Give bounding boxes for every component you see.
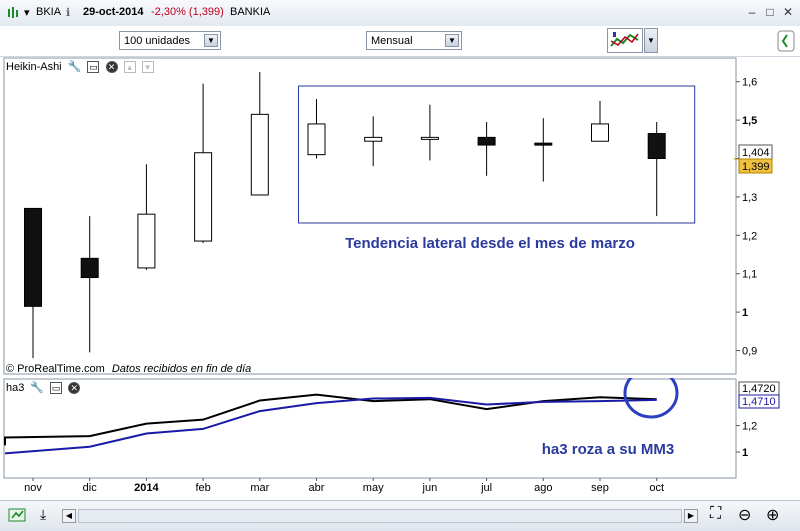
- units-select[interactable]: 100 unidades ▼: [119, 31, 221, 50]
- y-tick-label: 1: [742, 447, 748, 459]
- chart-toolbar: 100 unidades ▼ Mensual ▼ ▼: [0, 26, 800, 57]
- indicators-icon: [610, 32, 639, 47]
- maximize-icon[interactable]: □: [763, 5, 777, 19]
- quote-date: 29-oct-2014: [83, 6, 144, 18]
- period-select-value: Mensual: [371, 35, 413, 47]
- move-up-icon[interactable]: ▴: [123, 61, 136, 74]
- bottom-toolbar: ⤓ ◀ ▶ ⛶ ⊖ ⊕: [0, 500, 800, 531]
- chevron-down-icon[interactable]: ▼: [204, 34, 218, 47]
- zoom-out-icon[interactable]: ⊖: [738, 505, 751, 525]
- wrench-icon[interactable]: 🔧: [30, 382, 44, 394]
- window-icon[interactable]: ▭: [50, 382, 63, 395]
- minimize-icon[interactable]: –: [745, 5, 759, 19]
- sub-panel-header: ha3 🔧 ▭ ✕: [6, 380, 81, 396]
- indicators-button[interactable]: [607, 28, 643, 53]
- y-tick-label: 1: [742, 307, 748, 319]
- y-tick-label: 1,1: [742, 269, 757, 281]
- chevron-down-icon[interactable]: ▼: [644, 28, 658, 53]
- x-tick-label: feb: [195, 482, 210, 494]
- x-tick-label: abr: [309, 482, 325, 494]
- price-tag-label: 1,404: [742, 147, 770, 159]
- main-panel-header: Heikin-Ashi 🔧 ▭ ✕ ▴ ▾: [6, 59, 154, 75]
- side-panel-icon[interactable]: [776, 29, 796, 53]
- x-tick-label: 2014: [134, 482, 159, 494]
- refresh-icon[interactable]: [8, 506, 26, 527]
- indicator-label[interactable]: Heikin-Ashi: [6, 61, 62, 73]
- units-select-value: 100 unidades: [124, 35, 191, 47]
- x-tick-label: may: [363, 482, 384, 494]
- close-icon[interactable]: ✕: [105, 61, 118, 74]
- y-tick-label: 1,6: [742, 77, 757, 89]
- period-select[interactable]: Mensual ▼: [366, 31, 462, 50]
- y-tick-label: 1,2: [742, 421, 757, 433]
- x-tick-label: oct: [649, 482, 664, 494]
- chart-icon: [6, 6, 20, 23]
- y-tick-label: 0,9: [742, 346, 757, 358]
- x-tick-label: dic: [83, 482, 98, 494]
- y-tick-label: 1,5: [742, 115, 757, 127]
- last-price-label: 1,399: [742, 161, 770, 173]
- zoom-fit-icon[interactable]: ⛶: [710, 505, 721, 523]
- y-tick-label: 1,2: [742, 230, 757, 242]
- candle-body: [364, 136, 383, 142]
- window-title-bar: ▾ BKIA ℹ 29-oct-2014 -2,30% (1,399) BANK…: [0, 0, 800, 27]
- price-chart[interactable]: 0,911,11,21,31,41,51,6Tendencia lateral …: [0, 57, 800, 377]
- wrench-icon[interactable]: 🔧: [68, 61, 82, 73]
- scroll-left-icon[interactable]: ◀: [62, 509, 76, 523]
- plot-area: [3, 57, 737, 375]
- indicator-label[interactable]: ha3: [6, 382, 24, 394]
- ha3-chart[interactable]: 1 1,2 ha3 roza a su MM3 1,47201,4710 nov dic 2…: [0, 378, 800, 500]
- candle-body: [24, 207, 42, 307]
- zoom-in-icon[interactable]: ⊕: [766, 505, 779, 525]
- trend-annotation: Tendencia lateral desde el mes de marzo: [345, 235, 635, 252]
- scroll-right-icon[interactable]: ▶: [684, 509, 698, 523]
- candle-body: [591, 123, 609, 142]
- x-tick-label: sep: [591, 482, 609, 494]
- value-tag-label: 1,4710: [742, 396, 776, 408]
- symbol-label[interactable]: BKIA: [36, 6, 61, 18]
- move-down-icon[interactable]: ▾: [141, 61, 154, 74]
- candle-body: [647, 133, 666, 159]
- x-tick-label: jun: [422, 482, 438, 494]
- x-tick-label: ago: [534, 482, 552, 494]
- candle-body: [80, 257, 99, 279]
- cross-annotation: ha3 roza a su MM3: [542, 441, 675, 458]
- candle-body: [250, 113, 269, 196]
- chevron-down-icon[interactable]: ▼: [445, 34, 459, 47]
- copyright-text: © ProRealTime.com: [6, 363, 105, 375]
- value-tag-label: 1,4720: [742, 383, 776, 395]
- candle-body: [137, 213, 156, 269]
- symbol-dropdown-icon[interactable]: ▾: [24, 6, 30, 19]
- candle-body: [420, 136, 439, 140]
- candle-body: [194, 152, 213, 242]
- candle-body: [534, 142, 553, 146]
- x-tick-label: jul: [480, 482, 492, 494]
- x-tick-label: mar: [250, 482, 269, 494]
- close-icon[interactable]: ✕: [781, 5, 795, 19]
- info-icon[interactable]: ℹ: [66, 6, 70, 19]
- data-note: Datos recibidos en fin de día: [111, 363, 252, 375]
- candle-body: [307, 123, 326, 156]
- y-tick-label: 1,3: [742, 192, 757, 204]
- cursor-icon[interactable]: ⤓: [40, 506, 46, 523]
- x-tick-label: nov: [24, 482, 42, 494]
- close-icon[interactable]: ✕: [68, 382, 81, 395]
- quote-change: -2,30% (1,399): [151, 6, 224, 18]
- window-icon[interactable]: ▭: [87, 61, 100, 74]
- horizontal-scrollbar[interactable]: [78, 509, 682, 523]
- data-source-note: © ProRealTime.com Datos recibidos en fin…: [6, 363, 251, 375]
- company-name: BANKIA: [230, 6, 271, 18]
- candle-body: [477, 136, 496, 146]
